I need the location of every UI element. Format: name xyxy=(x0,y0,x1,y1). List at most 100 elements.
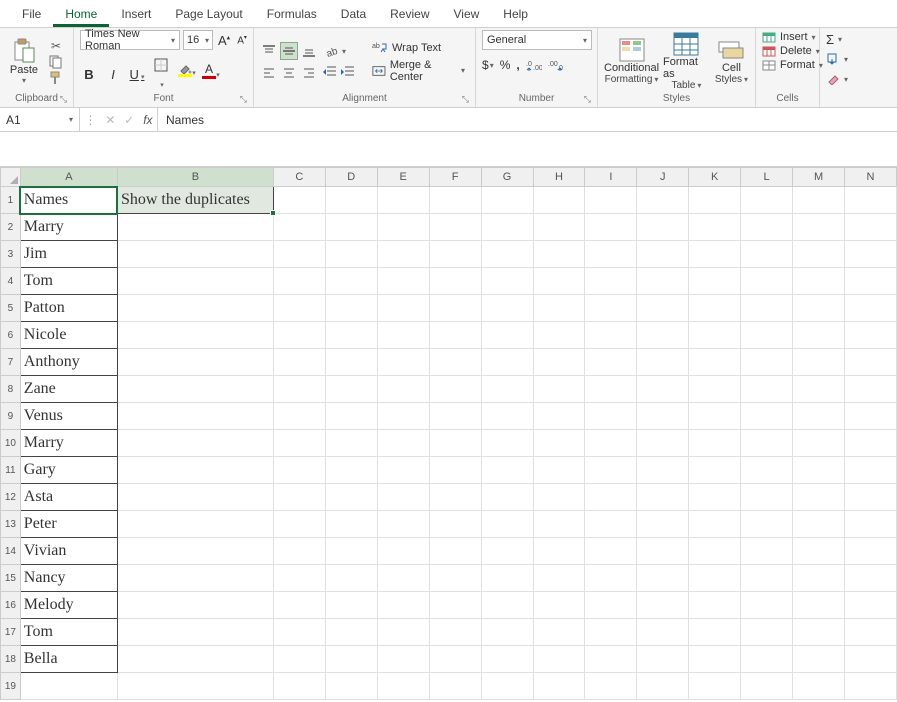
cell-G3[interactable] xyxy=(481,241,533,268)
tab-help[interactable]: Help xyxy=(491,1,540,27)
cell-I19[interactable] xyxy=(585,673,637,700)
alignment-dialog-icon[interactable]: ⤡ xyxy=(462,94,469,105)
cell-G2[interactable] xyxy=(481,214,533,241)
cell-N17[interactable] xyxy=(845,619,897,646)
format-cells-button[interactable]: Format▾ xyxy=(762,58,823,72)
cell-M6[interactable] xyxy=(793,322,845,349)
cell-N8[interactable] xyxy=(845,376,897,403)
cell-L10[interactable] xyxy=(741,430,793,457)
increase-decimal-icon[interactable]: .0.00 xyxy=(526,58,542,72)
column-header-I[interactable]: I xyxy=(585,168,637,187)
align-left-icon[interactable] xyxy=(260,64,278,82)
cell-F7[interactable] xyxy=(429,349,481,376)
row-header-17[interactable]: 17 xyxy=(1,619,21,646)
cell-D12[interactable] xyxy=(325,484,377,511)
cell-I6[interactable] xyxy=(585,322,637,349)
column-header-M[interactable]: M xyxy=(793,168,845,187)
italic-button[interactable]: I xyxy=(104,67,122,82)
cell-E7[interactable] xyxy=(377,349,429,376)
cell-H18[interactable] xyxy=(533,646,585,673)
align-center-icon[interactable] xyxy=(280,64,298,82)
font-dialog-icon[interactable]: ⤡ xyxy=(240,94,247,105)
cell-G19[interactable] xyxy=(481,673,533,700)
cell-F2[interactable] xyxy=(429,214,481,241)
cell-C6[interactable] xyxy=(273,322,325,349)
cell-B7[interactable] xyxy=(117,349,273,376)
cell-styles-button[interactable]: Cell Styles▾ xyxy=(714,38,749,85)
cell-L2[interactable] xyxy=(741,214,793,241)
cell-B12[interactable] xyxy=(117,484,273,511)
cell-J14[interactable] xyxy=(637,538,689,565)
cell-G6[interactable] xyxy=(481,322,533,349)
increase-font-icon[interactable]: A▴ xyxy=(216,33,232,48)
cell-C19[interactable] xyxy=(273,673,325,700)
cell-D11[interactable] xyxy=(325,457,377,484)
cell-I3[interactable] xyxy=(585,241,637,268)
cell-K9[interactable] xyxy=(689,403,741,430)
cell-A6[interactable]: Nicole xyxy=(20,322,117,349)
clear-button[interactable]: ▾ xyxy=(826,70,848,88)
cell-D7[interactable] xyxy=(325,349,377,376)
cell-J8[interactable] xyxy=(637,376,689,403)
cell-E1[interactable] xyxy=(377,187,429,214)
row-header-13[interactable]: 13 xyxy=(1,511,21,538)
cell-J3[interactable] xyxy=(637,241,689,268)
cell-C1[interactable] xyxy=(273,187,325,214)
cell-L13[interactable] xyxy=(741,511,793,538)
cell-K10[interactable] xyxy=(689,430,741,457)
cell-A8[interactable]: Zane xyxy=(20,376,117,403)
cell-F19[interactable] xyxy=(429,673,481,700)
column-header-J[interactable]: J xyxy=(637,168,689,187)
cell-B15[interactable] xyxy=(117,565,273,592)
cell-C17[interactable] xyxy=(273,619,325,646)
cell-D15[interactable] xyxy=(325,565,377,592)
column-header-N[interactable]: N xyxy=(845,168,897,187)
cell-F12[interactable] xyxy=(429,484,481,511)
spreadsheet-grid[interactable]: ABCDEFGHIJKLMN1NamesShow the duplicates2… xyxy=(0,167,897,700)
row-header-18[interactable]: 18 xyxy=(1,646,21,673)
column-header-C[interactable]: C xyxy=(273,168,325,187)
decrease-font-icon[interactable]: A▾ xyxy=(235,34,249,46)
cell-H6[interactable] xyxy=(533,322,585,349)
cell-C14[interactable] xyxy=(273,538,325,565)
cell-H12[interactable] xyxy=(533,484,585,511)
cell-N19[interactable] xyxy=(845,673,897,700)
format-painter-icon[interactable] xyxy=(48,71,64,85)
cell-N11[interactable] xyxy=(845,457,897,484)
cell-H16[interactable] xyxy=(533,592,585,619)
cell-A18[interactable]: Bella xyxy=(20,646,117,673)
cell-B8[interactable] xyxy=(117,376,273,403)
cell-E11[interactable] xyxy=(377,457,429,484)
cell-B19[interactable] xyxy=(117,673,273,700)
cell-K12[interactable] xyxy=(689,484,741,511)
decrease-decimal-icon[interactable]: .00.0 xyxy=(548,58,564,72)
cell-H1[interactable] xyxy=(533,187,585,214)
cell-L11[interactable] xyxy=(741,457,793,484)
cell-A14[interactable]: Vivian xyxy=(20,538,117,565)
cell-I14[interactable] xyxy=(585,538,637,565)
cell-A12[interactable]: Asta xyxy=(20,484,117,511)
cell-K1[interactable] xyxy=(689,187,741,214)
cell-I18[interactable] xyxy=(585,646,637,673)
paste-button[interactable]: Paste ▾ xyxy=(6,38,42,85)
align-middle-icon[interactable] xyxy=(280,42,298,60)
cell-C8[interactable] xyxy=(273,376,325,403)
cell-N13[interactable] xyxy=(845,511,897,538)
cell-D16[interactable] xyxy=(325,592,377,619)
cell-M16[interactable] xyxy=(793,592,845,619)
cell-H4[interactable] xyxy=(533,268,585,295)
cell-J1[interactable] xyxy=(637,187,689,214)
cell-E14[interactable] xyxy=(377,538,429,565)
cell-A4[interactable]: Tom xyxy=(20,268,117,295)
cell-D17[interactable] xyxy=(325,619,377,646)
tab-review[interactable]: Review xyxy=(378,1,441,27)
cell-J18[interactable] xyxy=(637,646,689,673)
font-color-button[interactable]: A▾ xyxy=(200,62,218,87)
cell-F4[interactable] xyxy=(429,268,481,295)
cell-H13[interactable] xyxy=(533,511,585,538)
cell-I4[interactable] xyxy=(585,268,637,295)
cell-G14[interactable] xyxy=(481,538,533,565)
cell-C11[interactable] xyxy=(273,457,325,484)
cell-E19[interactable] xyxy=(377,673,429,700)
cell-A10[interactable]: Marry xyxy=(20,430,117,457)
